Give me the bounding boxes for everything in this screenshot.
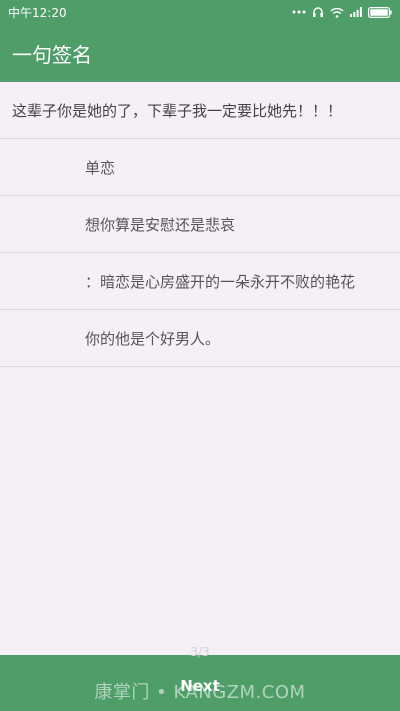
list-item[interactable]: ：暗恋是心房盛开的一朵永开不败的艳花: [0, 253, 400, 310]
next-button[interactable]: Next: [170, 675, 230, 697]
list-item[interactable]: 单恋: [0, 139, 400, 196]
list-item-headline[interactable]: 这辈子你是她的了，下辈子我一定要比她先！！！: [0, 82, 400, 139]
status-time: 中午12:20: [8, 5, 67, 20]
status-bar: 中午12:20: [0, 0, 400, 24]
wifi-icon: [330, 7, 344, 18]
more-dots-icon: [292, 10, 306, 14]
headphones-icon: [313, 7, 323, 17]
signal-icon: [350, 7, 362, 17]
list-item[interactable]: 想你算是安慰还是悲哀: [0, 196, 400, 253]
list-item[interactable]: 你的他是个好男人。: [0, 310, 400, 367]
page-title: 一句签名: [12, 42, 92, 67]
signature-list: 这辈子你是她的了，下辈子我一定要比她先！！！ 单恋 想你算是安慰还是悲哀 ：暗恋…: [0, 82, 400, 367]
battery-icon: [368, 6, 392, 18]
app-bar: 一句签名: [0, 24, 400, 82]
page-indicator: 3/3: [190, 645, 210, 659]
status-icons: [292, 6, 392, 18]
